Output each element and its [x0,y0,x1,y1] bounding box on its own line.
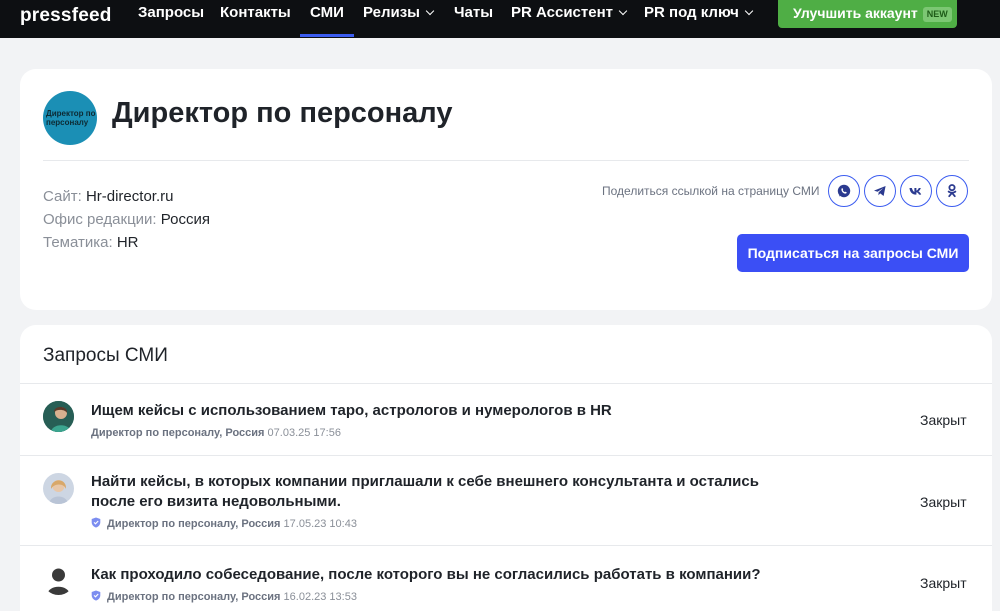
chevron-down-icon [618,6,628,16]
info-site: Сайт: Hr-director.ru [43,188,174,205]
share-whatsapp-button[interactable] [828,175,860,207]
nav-active-indicator [300,34,354,37]
media-logo: Директор по персоналу [43,91,97,145]
share-odnoklassniki-button[interactable] [936,175,968,207]
status-badge: Закрыт [920,412,967,428]
info-office: Офис редакции: Россия [43,211,210,228]
section-title: Запросы СМИ [43,345,168,366]
pressfeed-logo[interactable]: pressfeed [20,5,112,27]
request-meta: Директор по персоналу, Россия 17.05.23 1… [91,517,357,530]
share-vk-button[interactable] [900,175,932,207]
chevron-down-icon [744,6,754,16]
status-badge: Закрыт [920,575,967,591]
divider [20,383,992,384]
request-title[interactable]: Как проходило собеседование, после котор… [91,565,771,585]
divider [20,545,992,546]
info-topic: Тематика: HR [43,234,139,251]
nav-item-pr-assistant[interactable]: PR Ассистент [511,0,628,38]
whatsapp-icon [837,184,851,198]
upgrade-account-button[interactable]: Улучшить аккаунт NEW [778,0,957,28]
divider [43,160,969,161]
share-label: Поделиться ссылкой на страницу СМИ [602,184,820,198]
site-link[interactable]: Hr-director.ru [86,188,174,205]
request-meta: Директор по персоналу, Россия 16.02.23 1… [91,590,357,603]
nav-item-chats[interactable]: Чаты [454,0,493,38]
nav-item-requests[interactable]: Запросы [138,0,204,38]
media-profile-card: Директор по персоналу Директор по персон… [20,69,992,310]
vk-icon [909,188,922,195]
verified-shield-icon [91,517,101,528]
chevron-down-icon [425,6,435,16]
media-requests-card: Запросы СМИ Ищем кейсы с использованием … [20,325,992,611]
request-title[interactable]: Найти кейсы, в которых компании приглаша… [91,472,771,512]
nav-item-contacts[interactable]: Контакты [220,0,291,38]
new-badge: NEW [922,7,952,22]
odnoklassniki-icon [947,184,957,198]
share-telegram-button[interactable] [864,175,896,207]
avatar [43,564,74,595]
status-badge: Закрыт [920,494,967,510]
divider [20,455,992,456]
nav-item-media[interactable]: СМИ [310,0,344,38]
page-title: Директор по персоналу [112,97,453,129]
request-meta: Директор по персоналу, Россия 07.03.25 1… [91,427,341,439]
avatar [43,473,74,504]
nav-item-pr-turnkey[interactable]: PR под ключ [644,0,754,38]
top-navbar: pressfeed Запросы Контакты СМИ Релизы Ча… [0,0,1000,38]
verified-shield-icon [91,590,101,601]
nav-item-releases[interactable]: Релизы [363,0,435,38]
subscribe-requests-button[interactable]: Подписаться на запросы СМИ [737,234,969,272]
telegram-icon [874,186,886,196]
avatar [43,401,74,432]
request-title[interactable]: Ищем кейсы с использованием таро, астрол… [91,401,771,421]
